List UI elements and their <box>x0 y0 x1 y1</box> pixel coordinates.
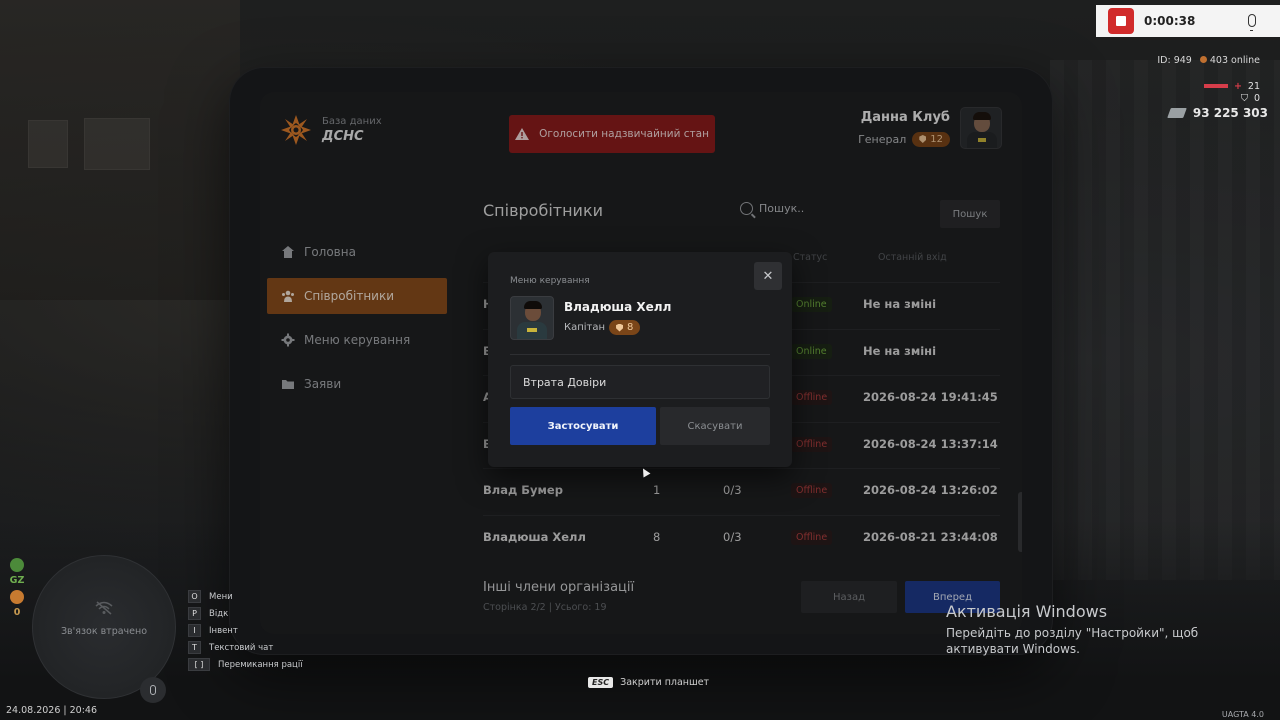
microphone-icon <box>150 685 156 695</box>
microphone-icon[interactable] <box>1248 14 1256 31</box>
key-cap: O <box>188 590 201 603</box>
employee-avatar <box>510 296 554 340</box>
recording-widget: 0:00:38 <box>1096 5 1280 37</box>
close-button[interactable]: ✕ <box>754 262 782 290</box>
keybind-label: Інвент <box>209 625 238 636</box>
apply-button[interactable]: Застосувати <box>510 407 656 445</box>
online-count: 403 online <box>1209 55 1260 66</box>
employee-name: Владюша Хелл <box>564 300 672 314</box>
cancel-button[interactable]: Скасувати <box>660 407 770 445</box>
watermark-title: Активація Windows <box>946 602 1108 621</box>
keybind-row: I Інвент <box>188 622 303 639</box>
key-cap: P <box>188 607 201 620</box>
armor-icon: ⛉ <box>1240 92 1248 104</box>
background-machinery <box>1050 60 1280 580</box>
shield-icon <box>616 323 624 332</box>
money-display: 93 225 303 <box>1167 106 1268 120</box>
esc-key: ESC <box>588 677 614 688</box>
recording-time: 0:00:38 <box>1144 14 1196 28</box>
health-icon: + <box>1233 80 1242 92</box>
windows-activation-watermark: Активація Windows Перейдіть до розділу "… <box>946 602 1246 657</box>
gang-zone-capture-icon <box>10 590 24 604</box>
minimap-status: Зв'язок втрачено <box>60 626 148 637</box>
keybind-row: O Мени <box>188 588 303 605</box>
modal-title: Меню керування <box>510 276 590 286</box>
action-select[interactable]: Втрата Довіри <box>510 365 770 399</box>
keybind-label: Текстовий чат <box>209 642 274 653</box>
voice-chat-button[interactable] <box>140 677 166 703</box>
keybind-label: Мени <box>209 591 233 602</box>
keybind-row: T Текстовий чат <box>188 639 303 656</box>
gang-zone-indicator: GZ 0 <box>8 558 26 618</box>
control-menu-modal: Меню керування ✕ Владюша Хелл Капітан 8 … <box>488 252 792 467</box>
health-value: 21 <box>1247 80 1260 92</box>
employee-rank-badge: 8 <box>609 320 641 335</box>
background-poster <box>28 120 68 168</box>
stop-recording-button[interactable] <box>1108 8 1134 34</box>
player-stats: +21 ⛉ 0 <box>1203 80 1260 104</box>
key-cap: [ ] <box>188 658 210 671</box>
money-value: 93 225 303 <box>1192 106 1268 120</box>
key-cap: T <box>188 641 201 654</box>
key-cap: I <box>188 624 201 637</box>
keybind-label: Перемикання рації <box>218 659 303 670</box>
gang-zone-icon <box>10 558 24 572</box>
keybind-label: Відк <box>209 608 229 619</box>
employee-rank: Капітан <box>564 322 606 333</box>
employee-rank-level: 8 <box>627 322 634 333</box>
online-dot-icon <box>1199 56 1207 63</box>
stop-icon <box>1116 16 1126 26</box>
gang-zone-count: 0 <box>13 607 21 618</box>
keybind-hints: O Мени P Відк I Інвент T Текстовий чат [ ] Переми… <box>188 588 303 673</box>
keybind-row: [ ] Перемикання рації <box>188 656 303 673</box>
close-tablet-label: Закрити планшет <box>620 677 710 688</box>
server-info: ID: 949 403 online <box>1157 55 1260 66</box>
player-id: ID: 949 <box>1157 55 1192 66</box>
gang-zone-label: GZ <box>9 575 25 586</box>
background-poster <box>84 118 150 170</box>
date-time: 24.08.2026 | 20:46 <box>6 705 98 716</box>
watermark-body: Перейдіть до розділу "Настройки", щоб ак… <box>946 626 1199 656</box>
close-icon: ✕ <box>762 268 774 284</box>
no-signal-icon <box>95 601 113 615</box>
divider <box>510 354 770 355</box>
game-version: UAGTA 4.0 <box>1221 710 1264 719</box>
close-tablet-hint: ESC Закрити планшет <box>588 677 709 688</box>
health-bar <box>1203 84 1228 88</box>
cash-icon <box>1167 108 1187 118</box>
keybind-row: P Відк <box>188 605 303 622</box>
armor-value: 0 <box>1253 92 1260 104</box>
